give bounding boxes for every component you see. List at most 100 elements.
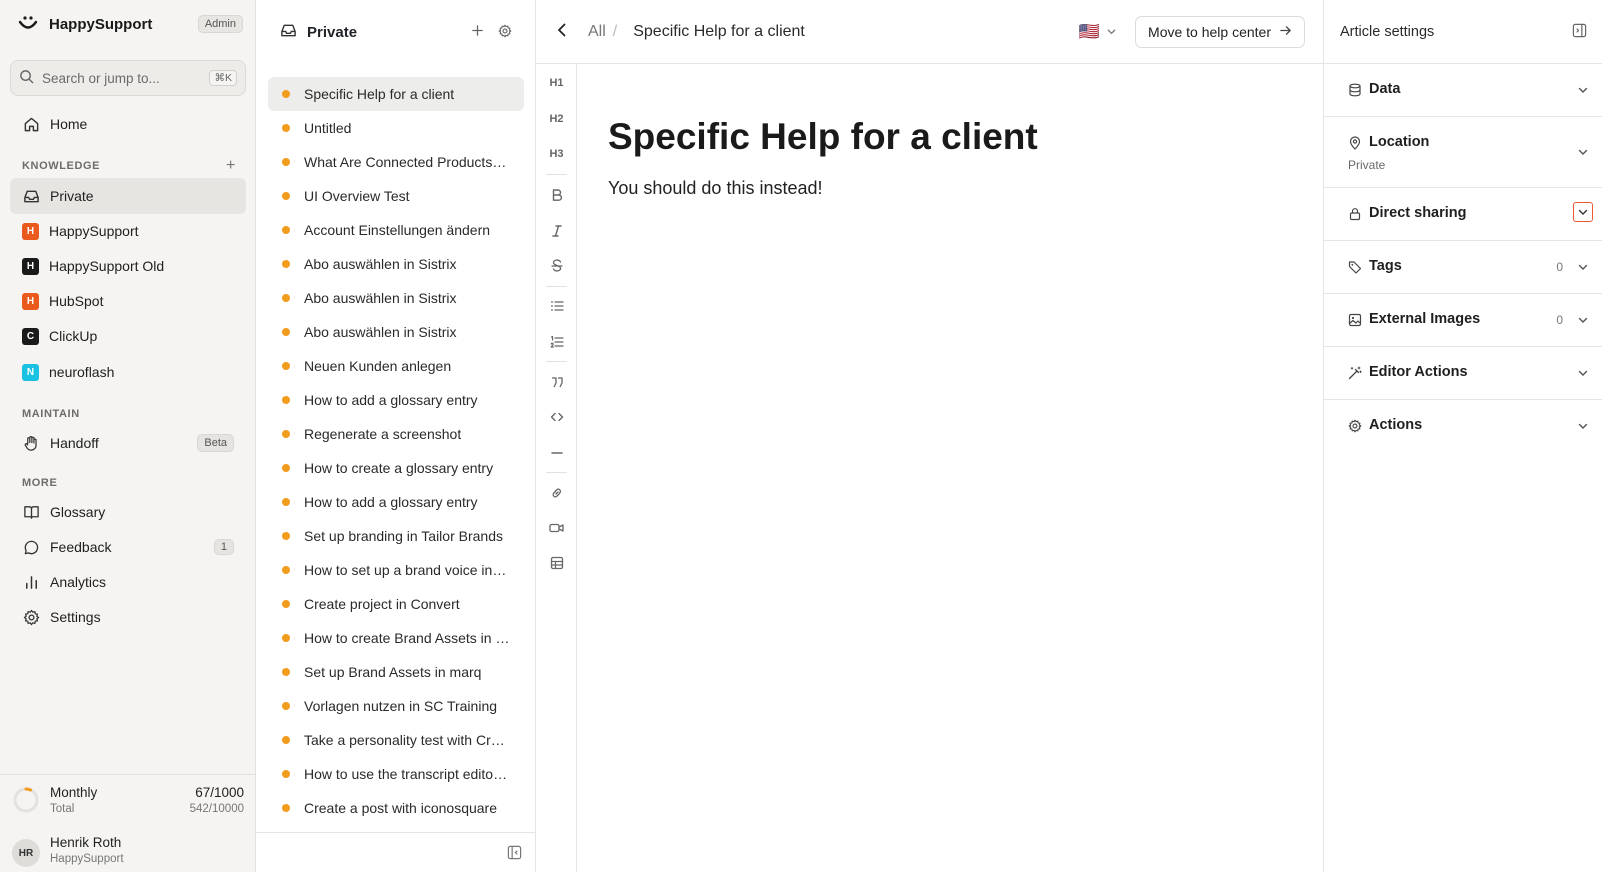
list-item[interactable]: Regenerate a screenshot <box>268 417 524 451</box>
chevron-down-icon[interactable] <box>1577 260 1589 276</box>
workspace-header[interactable]: HappySupport Admin <box>16 12 243 36</box>
heading-3-button[interactable]: H3 <box>536 140 577 168</box>
back-arrow-icon[interactable] <box>554 22 570 41</box>
list-item[interactable]: How to use the transcript editor in Desc… <box>268 757 524 791</box>
sidebar-item-clickup[interactable]: C ClickUp <box>10 318 246 354</box>
video-icon[interactable] <box>536 514 577 542</box>
numbered-list-icon[interactable] <box>536 328 577 356</box>
list-item[interactable]: Abo auswählen in Sistrix <box>268 315 524 349</box>
page-title[interactable]: Specific Help for a client <box>608 116 1038 158</box>
list-item[interactable]: Untitled <box>268 111 524 145</box>
gear-icon[interactable] <box>498 24 512 41</box>
gear-icon <box>1348 419 1362 436</box>
status-dot <box>282 770 290 778</box>
table-icon[interactable] <box>536 549 577 577</box>
breadcrumb-all[interactable]: All <box>588 23 606 41</box>
bold-icon[interactable] <box>536 181 577 209</box>
italic-icon[interactable] <box>536 217 577 245</box>
toolbar-divider <box>546 361 567 362</box>
status-dot <box>282 362 290 370</box>
settings-section-data[interactable]: Data <box>1324 64 1602 117</box>
happysupport-logo-icon: H <box>22 222 39 240</box>
list-item[interactable]: Take a personality test with Crystal <box>268 723 524 757</box>
location-value: Private <box>1348 158 1386 172</box>
list-item[interactable]: Account Einstellungen ändern <box>268 213 524 247</box>
hubspot-logo-icon: H <box>22 292 39 310</box>
nav-handoff[interactable]: Handoff Beta <box>10 425 246 461</box>
horizontal-rule-icon[interactable] <box>536 439 577 467</box>
sidebar-item-private[interactable]: Private <box>10 178 246 214</box>
search-shortcut: ⌘K <box>209 70 237 86</box>
search-input[interactable]: Search or jump to... ⌘K <box>10 60 246 96</box>
list-item[interactable]: How to add a glossary entry <box>268 383 524 417</box>
close-panel-icon[interactable] <box>1572 23 1587 41</box>
lock-icon <box>1348 207 1362 224</box>
nav-home-label: Home <box>50 116 88 132</box>
list-item[interactable]: How to set up a brand voice in neuroflas… <box>268 553 524 587</box>
link-icon[interactable] <box>536 479 577 507</box>
chevron-down-icon[interactable] <box>1577 419 1589 435</box>
nav-feedback[interactable]: Feedback 1 <box>10 529 246 565</box>
add-knowledge-base-icon[interactable]: + <box>226 158 235 174</box>
document-editor[interactable]: Specific Help for a client You should do… <box>577 64 1323 872</box>
list-item[interactable]: How to add a glossary entry <box>268 485 524 519</box>
quote-icon[interactable] <box>536 368 577 396</box>
settings-section-direct-sharing[interactable]: Direct sharing <box>1324 188 1602 241</box>
list-item[interactable]: Neuen Kunden anlegen <box>268 349 524 383</box>
role-badge: Admin <box>197 15 243 33</box>
list-item[interactable]: How to create a glossary entry <box>268 451 524 485</box>
list-item[interactable]: UI Overview Test <box>268 179 524 213</box>
bullet-list-icon[interactable] <box>536 292 577 320</box>
list-item[interactable]: Abo auswählen in Sistrix <box>268 281 524 315</box>
user-profile[interactable]: HR Henrik Roth HappySupport <box>12 835 242 869</box>
settings-section-editor-actions[interactable]: Editor Actions <box>1324 347 1602 400</box>
chevron-down-icon[interactable] <box>1577 366 1589 382</box>
article-list-panel: Private Specific Help for a client Untit… <box>256 0 536 872</box>
nav-home[interactable]: Home <box>10 106 246 142</box>
sidebar-item-label: HappySupport Old <box>49 258 165 274</box>
document-body[interactable]: You should do this instead! <box>608 178 823 199</box>
heading-1-button[interactable]: H1 <box>536 69 577 97</box>
us-flag-icon: 🇺🇸 <box>1078 22 1101 41</box>
list-item[interactable]: Create project in Convert <box>268 587 524 621</box>
chevron-down-icon[interactable] <box>1577 145 1589 161</box>
sidebar-item-neuroflash[interactable]: N neuroflash <box>10 354 246 390</box>
settings-section-tags[interactable]: Tags 0 <box>1324 241 1602 294</box>
chevron-down-icon[interactable] <box>1577 83 1589 99</box>
sidebar-item-hubspot[interactable]: H HubSpot <box>10 283 246 319</box>
nav-glossary[interactable]: Glossary <box>10 494 246 530</box>
maintain-section-label: MAINTAIN <box>22 408 80 420</box>
list-item[interactable]: How to create Brand Assets in marq <box>268 621 524 655</box>
sidebar-item-happysupport-old[interactable]: H HappySupport Old <box>10 248 246 284</box>
chevron-down-icon[interactable] <box>1577 313 1589 329</box>
beta-badge: Beta <box>197 434 234 452</box>
add-article-icon[interactable] <box>471 24 484 40</box>
list-item[interactable]: Vorlagen nutzen in SC Training <box>268 689 524 723</box>
language-selector[interactable]: 🇺🇸 <box>1079 23 1117 40</box>
list-item[interactable]: Create a post with iconosquare <box>268 791 524 825</box>
list-item[interactable]: Set up branding in Tailor Brands <box>268 519 524 553</box>
move-to-help-center-button[interactable]: Move to help center <box>1135 15 1305 48</box>
format-toolbar: H1 H2 H3 <box>536 64 577 872</box>
list-item[interactable]: Abo auswählen in Sistrix <box>268 247 524 281</box>
list-item[interactable]: Specific Help for a client <box>268 77 524 111</box>
nav-settings[interactable]: Settings <box>10 599 246 635</box>
chevron-down-icon[interactable] <box>1573 202 1593 222</box>
strikethrough-icon[interactable] <box>536 252 577 280</box>
settings-section-external-images[interactable]: External Images 0 <box>1324 294 1602 347</box>
status-dot <box>282 294 290 302</box>
nav-analytics[interactable]: Analytics <box>10 564 246 600</box>
list-item[interactable]: What Are Connected Products in Blue Yond… <box>268 145 524 179</box>
search-placeholder: Search or jump to... <box>42 70 160 86</box>
settings-section-location[interactable]: Location Private <box>1324 117 1602 188</box>
sidebar-item-happysupport[interactable]: H HappySupport <box>10 213 246 249</box>
code-icon[interactable] <box>536 403 577 431</box>
settings-section-label: Location <box>1369 134 1430 150</box>
app-name: HappySupport <box>49 15 153 33</box>
nav-handoff-label: Handoff <box>50 435 99 451</box>
heading-2-button[interactable]: H2 <box>536 105 577 133</box>
collapse-panel-icon[interactable] <box>507 845 522 863</box>
list-item[interactable]: Set up Brand Assets in marq <box>268 655 524 689</box>
settings-section-actions[interactable]: Actions <box>1324 400 1602 453</box>
nav-settings-label: Settings <box>50 609 101 625</box>
